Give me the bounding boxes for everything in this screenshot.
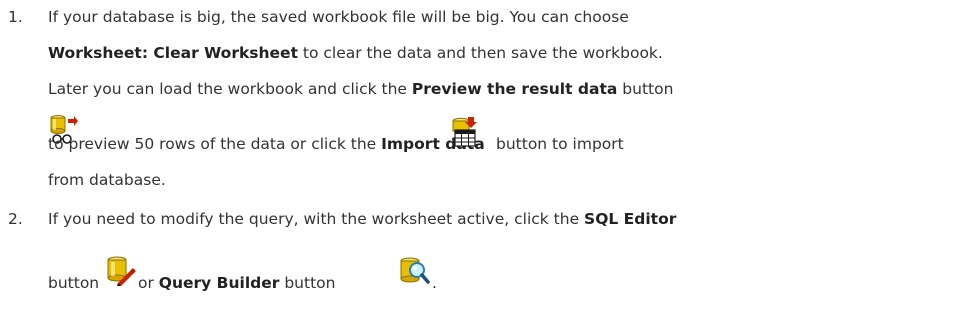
text: button to import bbox=[496, 135, 624, 153]
paragraph-line: button bbox=[48, 274, 99, 292]
sql-editor-icon bbox=[104, 254, 136, 286]
button-name-text: SQL Editor bbox=[584, 210, 677, 228]
paragraph-line: If you need to modify the query, with th… bbox=[48, 210, 676, 228]
text: button bbox=[279, 274, 336, 292]
paragraph-line: button to import bbox=[496, 135, 624, 153]
button-name-text: Preview the result data bbox=[411, 80, 618, 98]
paragraph-line: . bbox=[432, 274, 437, 292]
text: If you need to modify the query, with th… bbox=[48, 210, 585, 228]
list-number: 1. bbox=[8, 8, 23, 26]
list-number: 2. bbox=[8, 210, 23, 228]
query-builder-icon bbox=[398, 255, 430, 287]
text: button bbox=[48, 274, 100, 292]
text: or bbox=[138, 274, 159, 292]
menu-path-text: Worksheet: Clear Worksheet bbox=[48, 44, 298, 62]
import-data-icon bbox=[448, 116, 480, 148]
text: If your database is big, the saved workb… bbox=[48, 8, 629, 26]
text: from database. bbox=[48, 171, 166, 189]
document-body: 1. If your database is big, the saved wo… bbox=[0, 0, 958, 322]
paragraph-line: Worksheet: Clear Worksheet to clear the … bbox=[48, 44, 663, 62]
paragraph-line: to preview 50 rows of the data or click … bbox=[48, 135, 485, 153]
button-name-text: Query Builder bbox=[158, 274, 280, 292]
text: to clear the data and then save the work… bbox=[297, 44, 663, 62]
paragraph-line: from database. bbox=[48, 171, 166, 189]
text: . bbox=[432, 274, 437, 292]
text: to preview 50 rows of the data or click … bbox=[48, 135, 382, 153]
paragraph-line: or Query Builder button bbox=[138, 274, 335, 292]
text: button bbox=[617, 80, 674, 98]
paragraph-line: Later you can load the workbook and clic… bbox=[48, 80, 673, 98]
text: Later you can load the workbook and clic… bbox=[48, 80, 412, 98]
paragraph-line: If your database is big, the saved workb… bbox=[48, 8, 629, 26]
